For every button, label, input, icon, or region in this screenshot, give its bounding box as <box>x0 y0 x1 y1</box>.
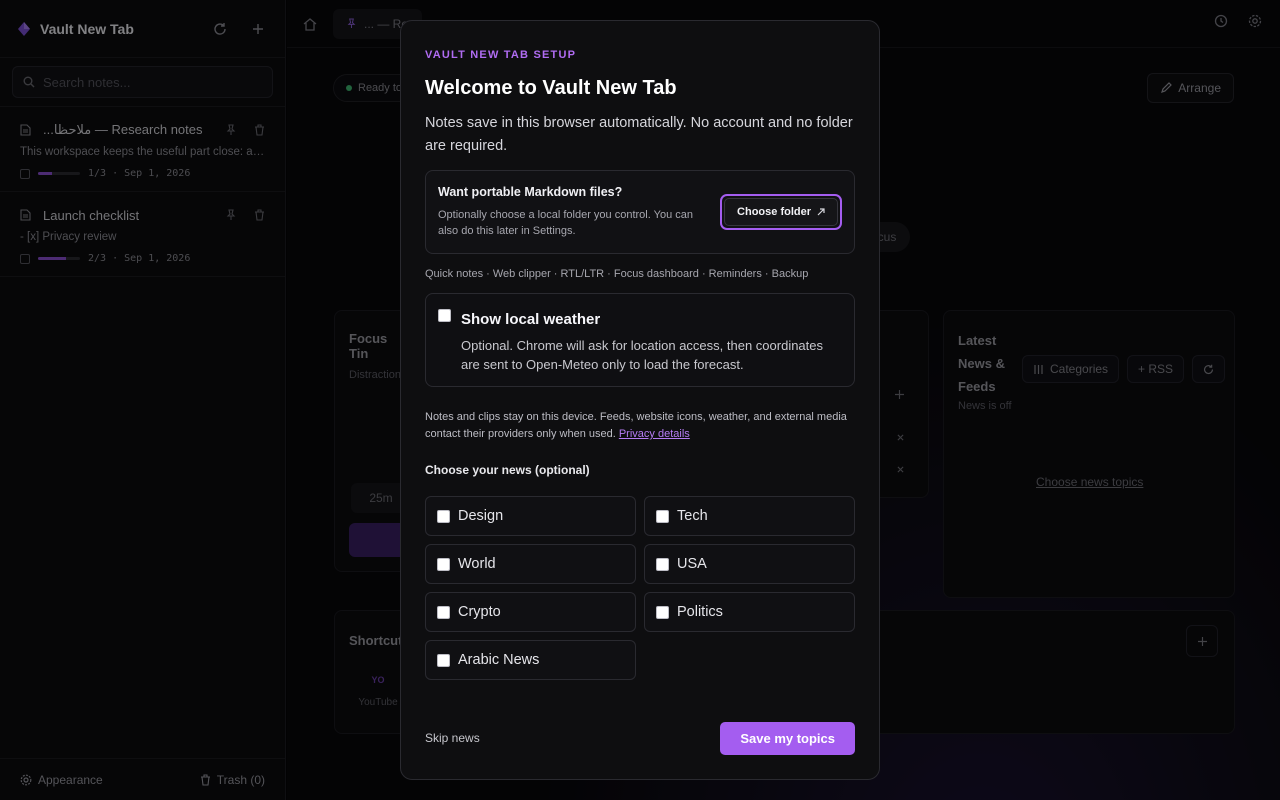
modal-title: Welcome to Vault New Tab <box>425 77 677 99</box>
topic-crypto[interactable]: Crypto <box>425 592 636 632</box>
topic-checkbox[interactable] <box>656 509 669 523</box>
news-heading: Choose your news (optional) <box>425 463 590 477</box>
topic-politics[interactable]: Politics <box>644 592 855 632</box>
topic-label: Arabic News <box>458 652 540 668</box>
topic-checkbox[interactable] <box>437 509 450 523</box>
topic-checkbox[interactable] <box>437 557 450 571</box>
topic-checkbox[interactable] <box>656 557 669 571</box>
topic-tech[interactable]: Tech <box>644 496 855 536</box>
save-topics-button[interactable]: Save my topics <box>720 721 855 755</box>
topic-usa[interactable]: USA <box>644 544 855 584</box>
features-list: Quick notes · Web clipper · RTL/LTR · Fo… <box>425 268 809 280</box>
folder-section: Want portable Markdown files? Optionally… <box>425 170 855 254</box>
topic-label: Crypto <box>458 604 501 620</box>
weather-title: Show local weather <box>461 311 601 328</box>
weather-option[interactable]: Show local weather Optional. Chrome will… <box>425 293 855 387</box>
topic-label: Design <box>458 508 504 524</box>
privacy-details-link[interactable]: Privacy details <box>619 428 690 440</box>
weather-description: Optional. Chrome will ask for location a… <box>461 338 824 372</box>
external-arrow-icon <box>817 208 825 216</box>
topic-label: World <box>458 556 496 572</box>
choose-folder-label: Choose folder <box>737 206 811 218</box>
topic-label: Politics <box>677 604 723 620</box>
weather-checkbox[interactable] <box>438 309 451 322</box>
topic-checkbox[interactable] <box>437 653 450 667</box>
topic-label: Tech <box>677 508 708 524</box>
modal-footer: Skip news Save my topics <box>425 721 855 755</box>
topic-checkbox[interactable] <box>437 605 450 619</box>
topic-arabic-news[interactable]: Arabic News <box>425 640 636 680</box>
modal-eyebrow: VAULT NEW TAB SETUP <box>425 49 577 61</box>
choose-folder-button[interactable]: Choose folder <box>720 194 842 230</box>
modal-description: Notes save in this browser automatically… <box>425 115 853 154</box>
folder-title: Want portable Markdown files? <box>438 185 623 199</box>
topic-grid: Design Tech World USA Crypto Politics Ar… <box>425 496 855 680</box>
topic-checkbox[interactable] <box>656 605 669 619</box>
topic-label: USA <box>677 556 707 572</box>
topic-world[interactable]: World <box>425 544 636 584</box>
folder-description: Optionally choose a local folder you con… <box>438 209 693 237</box>
skip-news-button[interactable]: Skip news <box>425 731 480 745</box>
setup-modal: VAULT NEW TAB SETUP Welcome to Vault New… <box>400 20 880 780</box>
topic-design[interactable]: Design <box>425 496 636 536</box>
privacy-notice: Notes and clips stay on this device. Fee… <box>425 409 855 443</box>
